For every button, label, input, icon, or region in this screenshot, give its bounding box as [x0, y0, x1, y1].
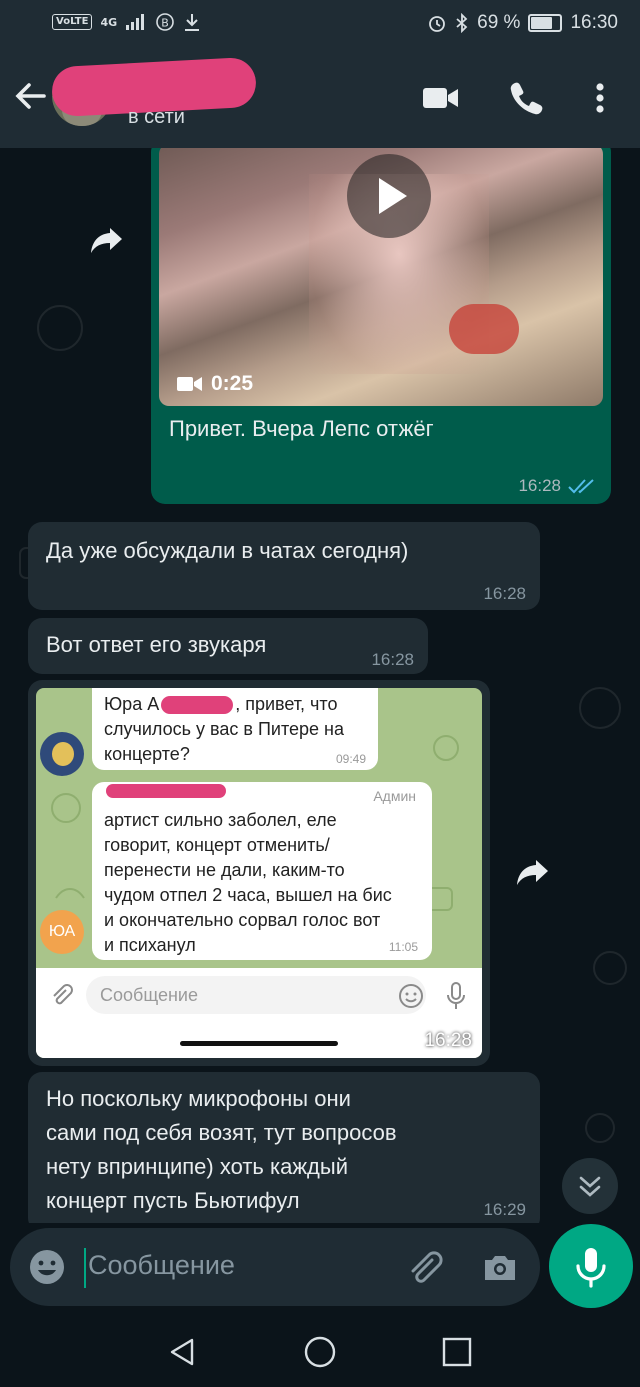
phone-icon[interactable] — [506, 78, 546, 118]
answer-time: 11:05 — [388, 940, 418, 954]
clock: 16:30 — [570, 12, 618, 33]
chat-area[interactable]: 0:25 Привет. Вчера Лепс отжёг 16:28 Да у… — [0, 148, 640, 1223]
answer-line: чудом отпел 2 часа, вышел на бис — [104, 885, 392, 905]
message-text: Да уже обсуждали в чатах сегодня) — [46, 538, 409, 563]
question-line2: случилось у вас в Питере на — [104, 719, 344, 739]
nav-recents-icon[interactable] — [440, 1335, 474, 1369]
signal-icon — [126, 14, 145, 30]
message-composer[interactable]: Сообщение — [10, 1228, 540, 1306]
outgoing-video-message[interactable]: 0:25 Привет. Вчера Лепс отжёг 16:28 — [151, 148, 611, 504]
question-line1b: , привет, что — [235, 694, 338, 714]
status-left: VoLTE 4G B — [52, 12, 201, 32]
question-time: 09:49 — [335, 752, 366, 766]
download-icon — [185, 14, 200, 31]
scroll-to-bottom-button[interactable] — [562, 1158, 618, 1214]
sender-avatar — [40, 732, 84, 776]
forward-icon[interactable] — [512, 850, 556, 894]
incoming-message[interactable]: Но поскольку микрофоны они сами под себя… — [28, 1072, 540, 1223]
back-arrow-icon[interactable] — [10, 76, 50, 116]
video-duration: 0:25 — [177, 372, 253, 396]
mic-icon — [576, 1248, 606, 1288]
contact-status: в сети — [128, 106, 185, 128]
message-line: концерт пусть Бьютифул — [46, 1188, 300, 1213]
admin-label: Админ — [373, 788, 416, 804]
voice-message-button[interactable] — [549, 1224, 633, 1308]
emoji-icon[interactable] — [28, 1248, 66, 1286]
volte-indicator: VoLTE — [52, 14, 93, 30]
message-line: Но поскольку микрофоны они — [46, 1086, 351, 1111]
answer-text: артист сильно заболел, еле говорит, конц… — [104, 808, 392, 958]
nav-back-icon[interactable] — [166, 1335, 200, 1369]
message-time: 16:29 — [483, 1200, 526, 1219]
incoming-image-message[interactable]: Юра А , привет, что случилось у вас в Пит… — [28, 680, 490, 1066]
message-input[interactable]: Сообщение — [88, 1250, 235, 1281]
screenshot-mic-icon — [447, 982, 465, 1009]
svg-text:B: B — [161, 17, 169, 30]
home-indicator — [180, 1041, 338, 1046]
message-time: 16:28 — [483, 584, 526, 603]
incoming-message[interactable]: Вот ответ его звукаря 16:28 — [28, 618, 428, 674]
video-caption: Привет. Вчера Лепс отжёг — [169, 416, 434, 441]
message-text: Вот ответ его звукаря — [46, 632, 267, 657]
play-icon — [379, 178, 407, 214]
play-button[interactable] — [347, 154, 431, 238]
avatar-initials: ЮА — [48, 923, 76, 940]
redacted-name — [161, 696, 234, 715]
screenshot-input-bar: Сообщение — [36, 968, 482, 1024]
nav-home-icon[interactable] — [303, 1335, 337, 1369]
battery-fill — [531, 17, 553, 29]
video-call-icon[interactable] — [420, 78, 460, 118]
status-bar: VoLTE 4G B 69 % 16:30 — [0, 0, 640, 48]
question-line1: Юра А — [104, 694, 160, 714]
battery-icon — [528, 14, 563, 32]
chevron-double-down-icon — [579, 1176, 601, 1197]
message-time: 16:28 — [371, 650, 414, 669]
text-caret — [84, 1248, 86, 1288]
thumb-red-accent — [449, 304, 519, 354]
chat-header: в сети — [0, 48, 640, 148]
message-meta: 16:28 — [518, 476, 597, 496]
paperclip-icon — [53, 984, 73, 1005]
more-vert-icon[interactable] — [580, 78, 620, 118]
answer-line: и психанул — [104, 935, 196, 955]
answer-line: и окончательно сорвал голос вот — [104, 910, 381, 930]
redacted-sender — [106, 784, 226, 798]
system-nav-bar — [0, 1317, 640, 1387]
message-line: нету впринципе) хоть каждый — [46, 1154, 348, 1179]
incoming-message[interactable]: Да уже обсуждали в чатах сегодня) 16:28 — [28, 522, 540, 610]
answer-line: артист сильно заболел, еле — [104, 810, 337, 830]
screenshot-message-field: Сообщение — [86, 976, 426, 1014]
message-line: сами под себя возят, тут вопросов — [46, 1120, 397, 1145]
alarm-icon — [429, 16, 446, 32]
notification-b-icon: B — [156, 13, 174, 31]
message-text: Но поскольку микрофоны они сами под себя… — [46, 1082, 397, 1218]
forward-icon[interactable] — [86, 218, 130, 262]
attach-icon[interactable] — [404, 1248, 444, 1288]
video-camera-icon — [177, 377, 202, 391]
double-check-icon — [568, 479, 594, 494]
smile-icon — [399, 984, 423, 1008]
question-bubble: Юра А , привет, что случилось у вас в Пит… — [92, 688, 378, 770]
battery-percent: 69 % — [477, 12, 521, 33]
screenshot-image[interactable]: Юра А , привет, что случилось у вас в Пит… — [36, 688, 482, 1058]
sender-initials-avatar: ЮА — [40, 910, 84, 954]
answer-line: говорит, концерт отменить/ — [104, 835, 330, 855]
question-line3: концерте? — [104, 744, 190, 764]
answer-line: перенести не дали, каким-то — [104, 860, 345, 880]
video-duration-text: 0:25 — [211, 372, 254, 395]
bluetooth-icon — [456, 13, 468, 33]
video-thumbnail[interactable]: 0:25 — [159, 148, 603, 406]
answer-bubble: Админ артист сильно заболел, еле говорит… — [92, 782, 432, 960]
message-time: 16:28 — [424, 1030, 472, 1051]
network-type: 4G — [100, 15, 118, 29]
message-time: 16:28 — [518, 476, 561, 495]
camera-icon[interactable] — [480, 1248, 520, 1288]
status-right: 69 % 16:30 — [427, 12, 618, 34]
